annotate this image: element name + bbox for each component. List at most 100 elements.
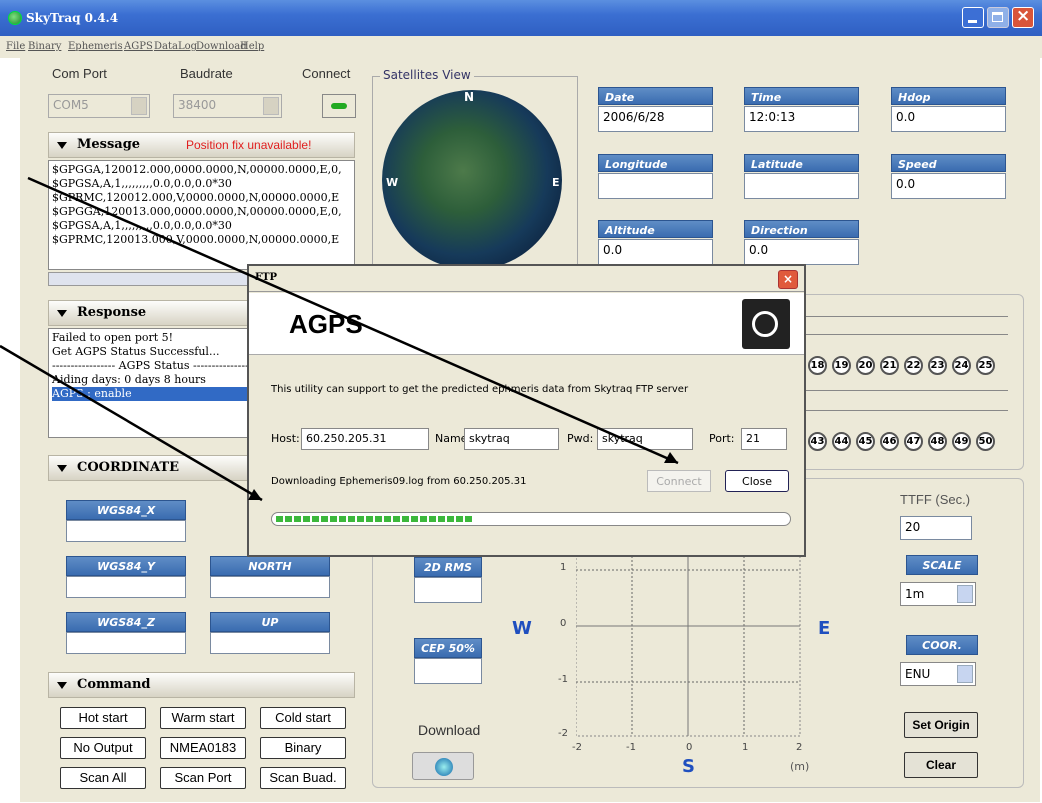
satellite-badge: 22 bbox=[904, 356, 923, 375]
menu-help[interactable]: Help bbox=[240, 41, 264, 52]
host-input[interactable]: 60.250.205.31 bbox=[301, 428, 429, 450]
satellite-badge: 44 bbox=[832, 432, 851, 451]
com-port-value: COM5 bbox=[53, 98, 89, 112]
altitude-value: 0.0 bbox=[598, 239, 713, 265]
y-tick-label: 1 bbox=[560, 562, 567, 573]
chevron-down-icon bbox=[957, 665, 973, 683]
connect-button[interactable] bbox=[322, 94, 356, 118]
port-label: Port: bbox=[709, 432, 735, 445]
collapse-icon bbox=[57, 682, 67, 689]
satellite-badge: 49 bbox=[952, 432, 971, 451]
up-value bbox=[210, 632, 330, 654]
satellite-badge: 48 bbox=[928, 432, 947, 451]
hot-start-button[interactable]: Hot start bbox=[60, 707, 146, 729]
maximize-button[interactable] bbox=[987, 7, 1009, 28]
satellite-badge: 18 bbox=[808, 356, 827, 375]
south-axis-label: S bbox=[682, 756, 695, 777]
warm-start-button[interactable]: Warm start bbox=[160, 707, 246, 729]
longitude-label: Longitude bbox=[598, 154, 713, 172]
west-marker: W bbox=[386, 176, 399, 189]
north-marker: N bbox=[464, 90, 475, 104]
scan-baud-button[interactable]: Scan Buad. bbox=[260, 767, 346, 789]
up-label: UP bbox=[210, 612, 330, 632]
hdop-label: Hdop bbox=[891, 87, 1006, 105]
ftp-close-x-button[interactable]: × bbox=[778, 270, 798, 289]
download-button[interactable] bbox=[412, 752, 474, 780]
satellite-badge: 50 bbox=[976, 432, 995, 451]
speed-label: Speed bbox=[891, 154, 1006, 172]
scan-all-button[interactable]: Scan All bbox=[60, 767, 146, 789]
message-header[interactable]: Message Position fix unavailable! bbox=[48, 132, 355, 158]
download-label: Download bbox=[418, 722, 481, 738]
time-label: Time bbox=[744, 87, 859, 105]
baudrate-value: 38400 bbox=[178, 98, 217, 112]
hdop-value: 0.0 bbox=[891, 106, 1006, 132]
ftp-status: Downloading Ephemeris09.log from 60.250.… bbox=[271, 476, 527, 487]
com-port-select[interactable]: COM5 bbox=[48, 94, 150, 118]
binary-button[interactable]: Binary bbox=[260, 737, 346, 759]
ftp-heading: AGPS bbox=[289, 309, 363, 339]
speed-value: 0.0 bbox=[891, 173, 1006, 199]
no-output-button[interactable]: No Output bbox=[60, 737, 146, 759]
east-axis-label: E bbox=[818, 618, 831, 639]
name-input[interactable]: skytraq bbox=[464, 428, 559, 450]
menu-ephemeris[interactable]: Ephemeris bbox=[68, 41, 123, 52]
pwd-label: Pwd: bbox=[567, 432, 594, 445]
menu-agps[interactable]: AGPS bbox=[124, 41, 153, 52]
ftp-connect-button[interactable]: Connect bbox=[647, 470, 711, 492]
menu-binary[interactable]: Binary bbox=[28, 41, 61, 52]
ftp-dialog-title: FTP bbox=[255, 272, 278, 283]
satellite-badge: 43 bbox=[808, 432, 827, 451]
coor-select[interactable]: ENU bbox=[900, 662, 976, 686]
ftp-dialog-titlebar: FTP × bbox=[249, 266, 804, 292]
north-label: NORTH bbox=[210, 556, 330, 576]
y-tick-label: -2 bbox=[558, 728, 568, 739]
satellite-badge: 45 bbox=[856, 432, 875, 451]
download-progress-bar bbox=[271, 512, 791, 526]
baudrate-select[interactable]: 38400 bbox=[173, 94, 282, 118]
satellite-dish-icon bbox=[435, 758, 453, 776]
chevron-down-icon bbox=[131, 97, 147, 115]
command-title: Command bbox=[77, 677, 151, 692]
scale-select[interactable]: 1m bbox=[900, 582, 976, 606]
cold-start-button[interactable]: Cold start bbox=[260, 707, 346, 729]
chevron-down-icon bbox=[957, 585, 973, 603]
plug-icon bbox=[331, 103, 347, 109]
window-title: SkyTraq 0.4.4 bbox=[26, 11, 119, 25]
x-tick-label: 0 bbox=[686, 742, 693, 753]
coor-label: COOR. bbox=[906, 635, 978, 655]
app-icon bbox=[8, 11, 22, 25]
chevron-down-icon bbox=[263, 97, 279, 115]
satellite-badge: 23 bbox=[928, 356, 947, 375]
x-tick-label: 2 bbox=[796, 742, 803, 753]
connection-icon bbox=[742, 299, 790, 349]
north-value bbox=[210, 576, 330, 598]
response-title: Response bbox=[77, 305, 147, 320]
divider bbox=[806, 390, 1008, 391]
clear-button[interactable]: Clear bbox=[904, 752, 978, 778]
command-header[interactable]: Command bbox=[48, 672, 355, 698]
close-window-button[interactable]: × bbox=[1012, 6, 1034, 28]
satellite-badge: 24 bbox=[952, 356, 971, 375]
scan-port-button[interactable]: Scan Port bbox=[160, 767, 246, 789]
wgs84-y-label: WGS84_Y bbox=[66, 556, 186, 576]
x-tick-label: 1 bbox=[742, 742, 749, 753]
scale-value: 1m bbox=[905, 587, 925, 601]
wgs84-z-label: WGS84_Z bbox=[66, 612, 186, 632]
minimize-button[interactable] bbox=[962, 7, 984, 28]
menu-datalog[interactable]: DataLog bbox=[154, 41, 197, 52]
set-origin-button[interactable]: Set Origin bbox=[904, 712, 978, 738]
satellite-badge: 47 bbox=[904, 432, 923, 451]
menu-file[interactable]: File bbox=[6, 41, 25, 52]
x-tick-label: -1 bbox=[626, 742, 636, 753]
port-input[interactable]: 21 bbox=[741, 428, 787, 450]
host-label: Host: bbox=[271, 432, 300, 445]
message-log[interactable]: $GPGGA,120012.000,0000.0000,N,00000.0000… bbox=[48, 160, 355, 270]
date-value: 2006/6/28 bbox=[598, 106, 713, 132]
ftp-close-button[interactable]: Close bbox=[725, 470, 789, 492]
latitude-label: Latitude bbox=[744, 154, 859, 172]
nmea0183-button[interactable]: NMEA0183 bbox=[160, 737, 246, 759]
satellite-badge: 19 bbox=[832, 356, 851, 375]
pwd-input[interactable]: skytraq bbox=[597, 428, 693, 450]
ftp-description: This utility can support to get the pred… bbox=[271, 384, 689, 395]
